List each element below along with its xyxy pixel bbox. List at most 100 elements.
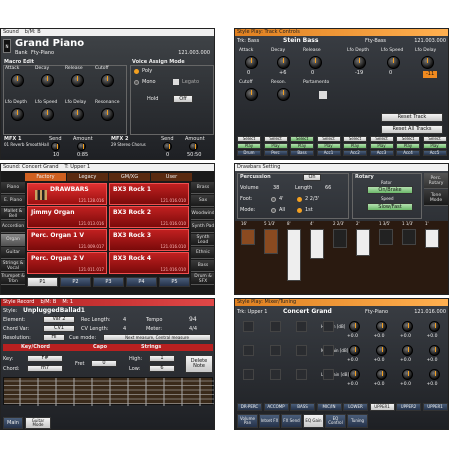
eq-knob[interactable] xyxy=(402,369,413,380)
element-select[interactable]: Var 2 xyxy=(43,316,75,323)
sound-cell[interactable]: Perc. Organ 2 V 121.011.017 xyxy=(27,252,107,274)
macro-knob[interactable] xyxy=(11,74,24,87)
mode-first-radio[interactable] xyxy=(297,208,302,213)
mixer-track-name[interactable]: MIC/IN xyxy=(316,403,342,411)
track-name[interactable]: Drum xyxy=(237,150,261,156)
play-button[interactable]: Play xyxy=(316,143,341,149)
mixer-tab[interactable]: EQ Gain xyxy=(303,414,324,428)
delete-note-button[interactable]: Delete Note xyxy=(185,355,213,373)
cue-mode-select[interactable]: Next measure, Central measure xyxy=(103,334,211,341)
category-button[interactable]: Guitar xyxy=(1,247,25,259)
category-button[interactable]: E. Piano xyxy=(1,195,25,207)
sound-cell[interactable]: BX3 Rock 3 121.016.010 xyxy=(109,229,189,251)
drawbar[interactable] xyxy=(333,229,347,248)
macro-knob[interactable] xyxy=(71,74,84,87)
track-name[interactable]: Acc3 xyxy=(369,150,394,156)
play-button[interactable]: Play xyxy=(263,143,288,149)
track-knob[interactable] xyxy=(387,56,400,69)
eq-knob[interactable] xyxy=(428,321,440,332)
track-name[interactable]: Acc2 xyxy=(343,150,367,156)
tab-main[interactable]: Main xyxy=(3,417,23,429)
mfx1-send-knob[interactable] xyxy=(51,142,60,151)
resolution-select[interactable]: Hi xyxy=(43,334,65,341)
category-button[interactable]: Sax xyxy=(191,195,214,207)
sound-name[interactable]: Grand Piano xyxy=(15,39,84,49)
track-knob[interactable] xyxy=(353,56,366,69)
play-button[interactable]: Play xyxy=(369,143,394,149)
macro-knob[interactable] xyxy=(101,74,114,87)
mode-all-radio[interactable] xyxy=(271,208,276,213)
play-button[interactable]: Play xyxy=(396,143,420,149)
meter-value[interactable]: 4/4 xyxy=(189,327,197,332)
eq-knob[interactable] xyxy=(349,345,360,356)
eq-knob[interactable] xyxy=(402,321,413,332)
eq-knob[interactable] xyxy=(402,345,413,356)
select-button[interactable]: Select xyxy=(237,136,261,142)
page-button[interactable]: P3 xyxy=(93,277,124,287)
drawbar[interactable] xyxy=(402,229,416,245)
sound-cell[interactable]: Perc. Organ 1 V 121.009.017 xyxy=(27,229,107,251)
volume-value[interactable]: 38 xyxy=(273,186,279,191)
mixer-track-name[interactable]: LOWER xyxy=(343,403,368,411)
drawbar[interactable] xyxy=(310,229,324,259)
category-button[interactable]: Strings & Vocal xyxy=(1,260,25,272)
category-button[interactable]: Synth Pad xyxy=(191,221,214,233)
track-name[interactable]: Bass xyxy=(290,150,314,156)
mixer-tab[interactable]: Tuning xyxy=(347,414,368,428)
sound-cell[interactable]: BX3 Rock 4 121.016.010 xyxy=(109,252,189,274)
track-knob[interactable] xyxy=(421,56,434,69)
eq-knob[interactable] xyxy=(428,345,440,356)
category-button[interactable]: Piano xyxy=(1,182,25,194)
select-button[interactable]: Select xyxy=(396,136,420,142)
macro-knob[interactable] xyxy=(41,74,54,87)
tab-legacy[interactable]: Legacy xyxy=(67,173,108,181)
eq-knob[interactable] xyxy=(428,369,440,380)
select-button[interactable]: Select xyxy=(290,136,314,142)
hold-value[interactable]: Off xyxy=(173,95,193,103)
length-value[interactable]: 66 xyxy=(325,186,331,191)
track-sound-name[interactable]: Stein Bass xyxy=(283,38,318,44)
category-button[interactable]: Ethnic xyxy=(191,247,214,259)
fretboard[interactable] xyxy=(3,377,214,406)
category-button[interactable]: Drum & SFX xyxy=(191,273,214,285)
sound-cell[interactable]: Jimmy Organ 121.013.016 xyxy=(27,206,107,228)
reset-track-button[interactable]: Reset Track xyxy=(381,113,443,122)
page-button[interactable]: P5 xyxy=(159,277,190,287)
track-knob[interactable] xyxy=(245,88,258,101)
drawbar[interactable] xyxy=(241,229,255,245)
track-name[interactable]: Acc1 xyxy=(316,150,341,156)
mixer-track-name[interactable]: UPPER2 xyxy=(396,403,421,411)
mfx2-send-knob[interactable] xyxy=(163,142,172,151)
tab-user[interactable]: User xyxy=(151,173,192,181)
macro-knob[interactable] xyxy=(71,108,84,121)
eq-knob[interactable] xyxy=(375,321,387,332)
mixer-track-name[interactable]: BASS xyxy=(290,403,315,411)
legato-checkbox[interactable] xyxy=(173,79,179,85)
mixer-track-name[interactable]: UPPER1 xyxy=(369,403,395,411)
mixer-track-name[interactable]: ACCOMP xyxy=(263,403,289,411)
sound-cell[interactable]: BX3 Rock 2 121.016.010 xyxy=(109,206,189,228)
poly-radio[interactable] xyxy=(134,69,139,74)
eq-knob[interactable] xyxy=(349,321,360,332)
mfx2-amount-knob[interactable] xyxy=(189,142,198,151)
category-button[interactable]: Woodwind xyxy=(191,208,214,220)
eq-knob[interactable] xyxy=(375,345,387,356)
track-knob[interactable] xyxy=(277,56,290,69)
key-select[interactable]: F# xyxy=(27,355,63,362)
track-knob[interactable] xyxy=(277,88,290,101)
mixer-tab[interactable]: Volume Pan xyxy=(237,414,258,428)
select-button[interactable]: Select xyxy=(316,136,341,142)
play-button[interactable]: Play xyxy=(237,143,261,149)
category-button[interactable]: Brass xyxy=(191,182,214,194)
percussion-on-button[interactable]: On xyxy=(303,174,321,181)
track-knob[interactable] xyxy=(245,56,258,69)
cv-length-value[interactable]: 4 xyxy=(123,327,126,332)
on-brake-button[interactable]: On/Brake xyxy=(367,186,413,194)
select-button[interactable]: Select xyxy=(369,136,394,142)
page-button[interactable]: P4 xyxy=(126,277,157,287)
drawbar[interactable] xyxy=(379,229,393,245)
page-button[interactable]: P2 xyxy=(60,277,91,287)
drawbar[interactable] xyxy=(356,229,370,256)
select-button[interactable]: Select xyxy=(263,136,288,142)
chord-var-select[interactable]: CV1 xyxy=(43,325,75,332)
